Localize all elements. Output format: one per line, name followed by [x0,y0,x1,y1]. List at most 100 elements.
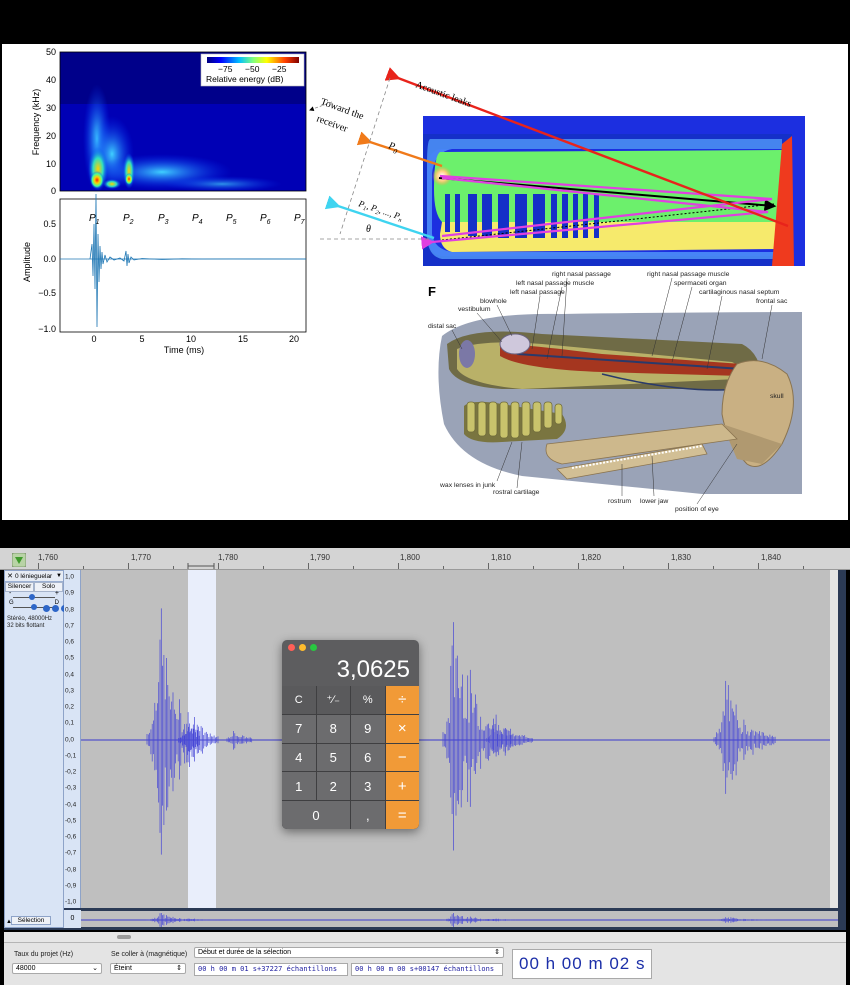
zoom-window-icon[interactable] [310,644,317,651]
wave-xtick: 20 [289,334,299,344]
track-format: Stéréo, 48000Hz [7,616,53,622]
track-control-panel: ✕ 0 lénieguelar ▼ Silencer Solo - + G D [4,570,68,928]
spec-ytick: 0 [51,186,56,196]
gain-plus-label: + [54,590,59,597]
calculator-keypad: C ⁺∕₋ % ÷ 7 8 9 × 4 5 6 − 1 2 3 + 0 , = [282,686,419,829]
wave-ylabel: Amplitude [22,242,32,282]
ruler-label: 1,810 [490,553,512,562]
calculator-window[interactable]: 3,0625 C ⁺∕₋ % ÷ 7 8 9 × 4 5 6 − 1 2 3 +… [282,640,419,829]
digit-3-button[interactable]: 3 [351,772,385,801]
gain-slider[interactable]: - + [9,590,59,602]
snap-value: Éteint [114,965,132,972]
pan-left-label: G [9,600,14,606]
wave-ytick: −0.5 [38,288,56,298]
gain-knob[interactable] [29,594,35,600]
track-name-menu[interactable]: 0 lénieguelar [15,573,56,580]
calculator-titlebar[interactable] [282,640,419,654]
spec-ytick: 50 [46,47,56,57]
pan-knob[interactable] [31,604,37,610]
anatomy-label: distal sac [428,323,457,330]
ruler-tick [533,566,534,569]
amplitude-tick: 0,5 [65,654,75,662]
add-button[interactable]: + [385,772,419,801]
anatomy-label: frontal sac [756,298,788,305]
anatomy-label: cartilaginous nasal septum [699,289,780,296]
percent-button[interactable]: % [351,686,385,714]
panel-letter: F [428,284,436,299]
subtract-button[interactable]: − [385,743,419,772]
mini-track-scale: 0 [64,910,81,928]
sign-button[interactable]: ⁺∕₋ [316,686,350,714]
selection-duration-value: 00 h 00 m 00 s+00147 échantillons [355,965,495,973]
ruler-tick [398,563,399,569]
indicator-dot [52,605,59,612]
digit-5-button[interactable]: 5 [316,743,350,772]
project-rate-select[interactable]: 48000 ⌄ [12,963,102,974]
ruler-tick [218,563,219,569]
track-header[interactable]: ✕ 0 lénieguelar ▼ [5,571,63,582]
ruler-label: 1,760 [37,553,59,562]
audio-position-display[interactable]: 00 h 00 m 02 s [512,949,652,979]
ruler-tick [173,566,174,569]
amplitude-tick: -0,2 [65,768,77,776]
waveform-canvas[interactable] [81,570,838,908]
minimize-window-icon[interactable] [299,644,306,651]
ruler-tick [83,566,84,569]
anatomy-label: blowhole [480,298,507,305]
decimal-button[interactable]: , [351,801,385,829]
close-track-icon[interactable]: ✕ [5,572,15,580]
amplitude-scale[interactable]: 1,0 0,9 0,8 0,7 0,6 0,5 0,4 0,3 0,2 0,1 0,0 -0,1 -0,… [64,570,81,908]
digit-8-button[interactable]: 8 [316,714,350,743]
digit-2-button[interactable]: 2 [316,772,350,801]
equals-button[interactable]: = [385,801,419,829]
amplitude-tick: 0,0 [65,736,75,743]
vertical-scrollbar[interactable] [830,570,838,908]
digit-1-button[interactable]: 1 [282,772,316,801]
digit-9-button[interactable]: 9 [351,714,385,743]
amplitude-tick: -0,9 [65,882,77,890]
digit-6-button[interactable]: 6 [351,743,385,772]
select-track-button[interactable]: Sélection [11,916,51,925]
multiply-button[interactable]: × [385,714,419,743]
scroll-thumb[interactable] [117,935,131,939]
audio-position-value: 00 h 00 m 02 s [519,954,646,973]
selection-start-time[interactable]: 00 h 00 m 01 s+37227 échantillons [194,963,348,976]
snap-select[interactable]: Éteint ⇕ [110,963,186,974]
amplitude-tick: 0,9 [65,589,75,597]
gain-minus-label: - [9,590,12,597]
ruler-label: 1,830 [670,553,692,562]
spec-ytick: 30 [46,103,56,113]
horizontal-scrollbar[interactable] [4,932,846,942]
digit-4-button[interactable]: 4 [282,743,316,772]
divide-button[interactable]: ÷ [385,686,419,714]
selection-mode-select[interactable]: Début et durée de la sélection ⇕ [194,947,504,958]
mini-track-waveform[interactable] [81,910,838,928]
calculator-display: 3,0625 [336,656,410,683]
selection-duration-time[interactable]: 00 h 00 m 00 s+00147 échantillons [351,963,503,976]
anatomy-label: right nasal passage [552,271,611,278]
digit-7-button[interactable]: 7 [282,714,316,743]
ruler-label: 1,820 [580,553,602,562]
colorbar-tick: −75 [218,64,233,74]
amplitude-tick: 0,8 [65,606,75,613]
ruler-tick [803,566,804,569]
timeline-ruler[interactable]: 1,760 1,770 1,780 1,790 1,800 1,810 1,82… [0,548,850,570]
wave-xtick: 10 [186,334,196,344]
amplitude-tick: 0,6 [65,638,75,646]
amplitude-tick: -1,0 [65,898,77,906]
pulse-label: P7 [294,213,306,226]
chevron-down-icon[interactable]: ▼ [56,573,63,579]
ruler-tick [713,566,714,569]
ruler-label: 1,770 [130,553,152,562]
pulse-label: P3 [158,213,169,226]
project-rate-label: Taux du projet (Hz) [14,951,74,958]
play-head-icon[interactable] [12,553,26,567]
colorbar-tick: −50 [245,64,260,74]
whale-anatomy: F right nasal passage left nasal passage… [428,271,802,513]
digit-0-button[interactable]: 0 [282,801,350,829]
ruler-tick [263,566,264,569]
selection-bracket-icon[interactable] [187,562,215,570]
clear-button[interactable]: C [282,686,316,714]
colorbar-tick: −25 [272,64,287,74]
close-window-icon[interactable] [288,644,295,651]
